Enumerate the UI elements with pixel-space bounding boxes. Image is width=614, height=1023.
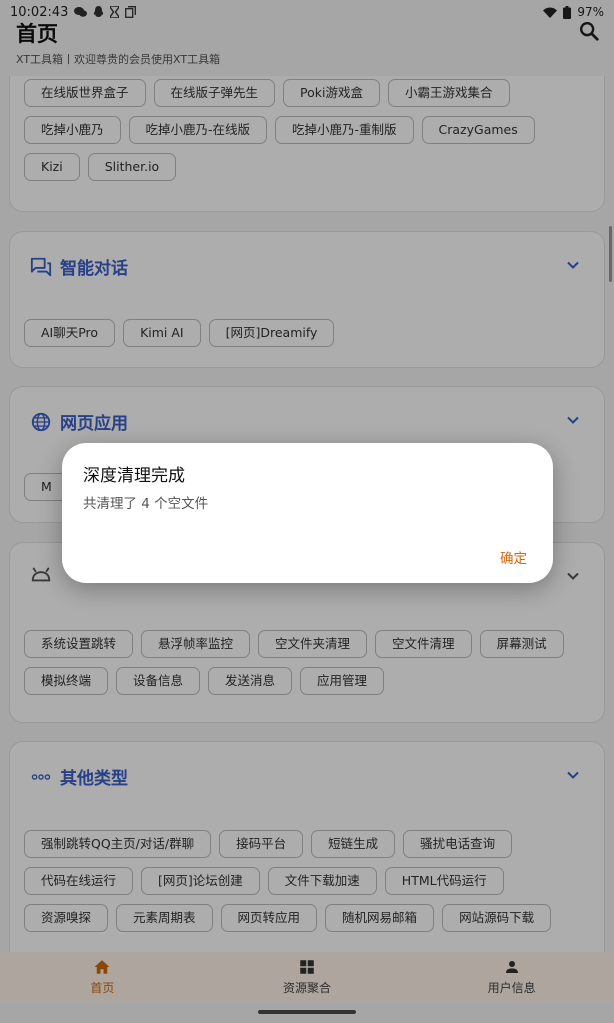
cleanup-dialog: 深度清理完成 共清理了 4 个空文件 确定 <box>62 443 553 583</box>
confirm-button[interactable]: 确定 <box>500 547 527 567</box>
gesture-bar[interactable] <box>258 1010 356 1014</box>
dialog-message: 共清理了 4 个空文件 <box>83 496 209 512</box>
dialog-title: 深度清理完成 <box>83 466 185 486</box>
